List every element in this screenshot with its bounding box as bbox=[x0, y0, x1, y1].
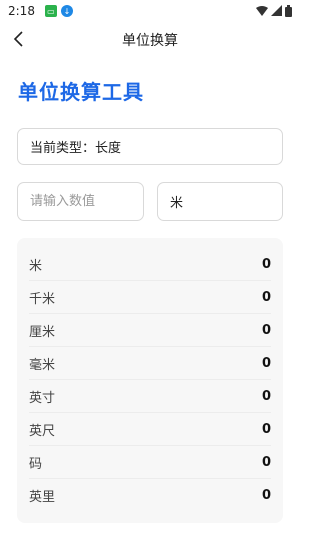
chevron-left-icon bbox=[13, 31, 23, 47]
result-value: 0 bbox=[261, 421, 271, 437]
unit-select-value: 米 bbox=[170, 196, 184, 211]
tool-heading: 单位换算工具 bbox=[18, 80, 144, 104]
result-unit: 米 bbox=[29, 258, 43, 274]
page-title: 单位换算 bbox=[122, 33, 178, 49]
battery-icon bbox=[285, 5, 292, 17]
result-value: 0 bbox=[261, 488, 271, 503]
top-app-bar: 单位换算 bbox=[0, 22, 300, 58]
status-bar: 2:18 ▭ ↓ bbox=[0, 0, 300, 22]
result-value: 0 bbox=[261, 454, 271, 470]
unit-select[interactable]: 米 bbox=[157, 182, 283, 221]
result-row: 码 0 bbox=[29, 446, 271, 479]
download-icon: ↓ bbox=[60, 5, 73, 17]
results-card: 米 0 千米 0 厘米 0 毫米 0 英寸 0 英尺 0 码 0 英里 0 bbox=[17, 238, 283, 523]
result-row: 米 0 bbox=[29, 248, 271, 281]
back-button[interactable] bbox=[8, 28, 30, 50]
result-unit: 码 bbox=[29, 456, 43, 472]
result-row: 英尺 0 bbox=[29, 413, 271, 446]
wifi-icon bbox=[256, 6, 268, 16]
status-right bbox=[256, 5, 292, 17]
app-notification-icon: ▭ bbox=[44, 5, 57, 17]
current-type-label: 当前类型：长度 bbox=[30, 141, 122, 156]
result-unit: 英里 bbox=[29, 490, 56, 505]
result-unit: 英寸 bbox=[29, 390, 56, 406]
signal-icon bbox=[271, 5, 282, 16]
status-time: 2:18 bbox=[8, 4, 35, 18]
status-left: 2:18 ▭ ↓ bbox=[8, 4, 73, 18]
input-row: 米 bbox=[17, 182, 283, 221]
result-row: 英里 0 bbox=[29, 479, 271, 512]
result-row: 千米 0 bbox=[29, 281, 271, 314]
result-row: 厘米 0 bbox=[29, 314, 271, 347]
result-value: 0 bbox=[261, 322, 271, 338]
result-unit: 厘米 bbox=[29, 324, 56, 340]
result-value: 0 bbox=[261, 256, 271, 272]
result-unit: 英尺 bbox=[29, 423, 56, 439]
result-unit: 毫米 bbox=[29, 357, 56, 373]
result-value: 0 bbox=[261, 289, 271, 305]
value-input[interactable] bbox=[17, 182, 144, 221]
result-value: 0 bbox=[261, 388, 271, 404]
result-unit: 千米 bbox=[29, 291, 56, 307]
result-row: 毫米 0 bbox=[29, 347, 271, 380]
current-type-box[interactable]: 当前类型：长度 bbox=[17, 128, 283, 165]
result-value: 0 bbox=[261, 355, 271, 371]
result-row: 英寸 0 bbox=[29, 380, 271, 413]
